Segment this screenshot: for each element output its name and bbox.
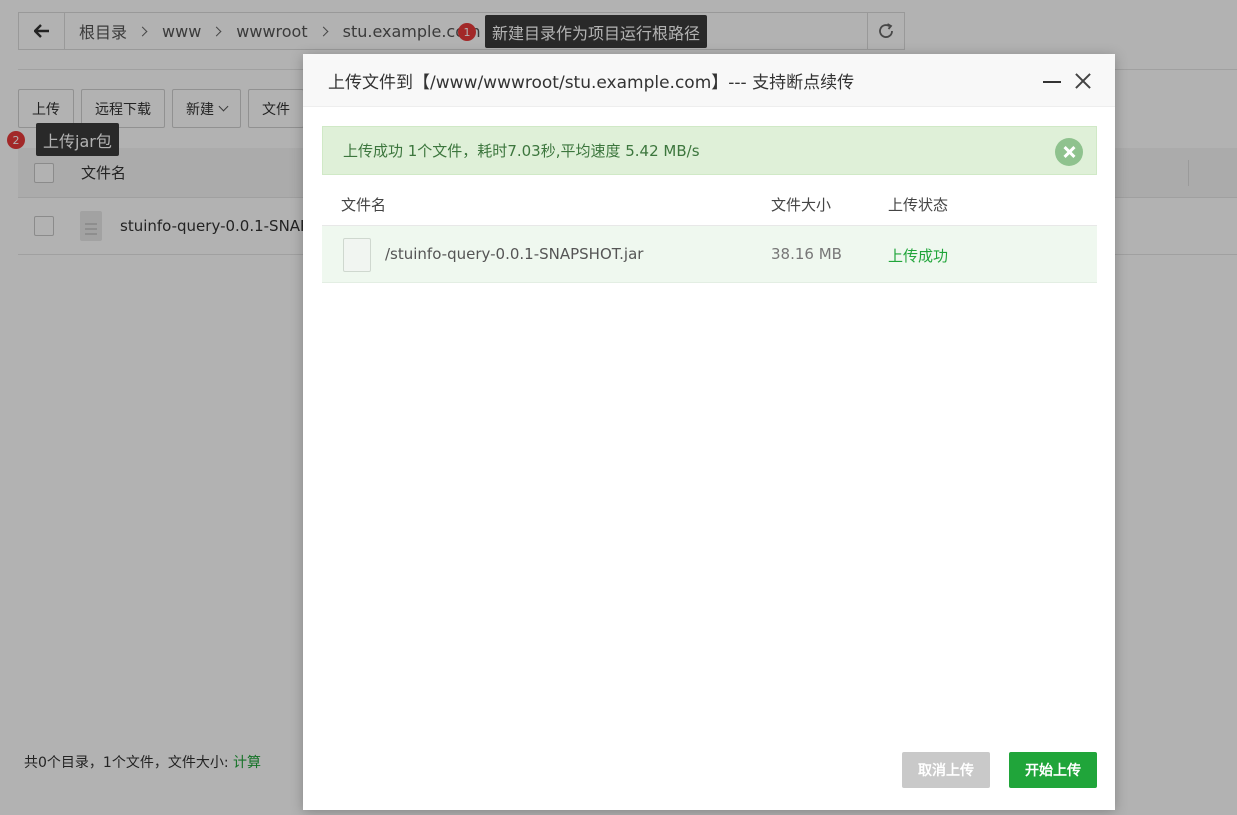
close-icon (1063, 146, 1075, 158)
upload-dialog: 上传文件到【/www/wwwroot/stu.example.com】--- 支… (303, 54, 1115, 810)
close-icon[interactable] (1073, 71, 1093, 91)
minimize-icon[interactable] (1043, 81, 1061, 83)
column-header-filesize: 文件大小 (771, 196, 832, 214)
column-header-filename: 文件名 (341, 196, 387, 214)
start-upload-button[interactable]: 开始上传 (1009, 752, 1097, 788)
upload-file-name: /stuinfo-query-0.0.1-SNAPSHOT.jar (385, 245, 644, 263)
success-message: 上传成功 1个文件，耗时7.03秒,平均速度 5.42 MB/s (343, 142, 700, 160)
upload-file-size: 38.16 MB (771, 245, 842, 263)
column-header-status: 上传状态 (888, 196, 949, 214)
list-item: /stuinfo-query-0.0.1-SNAPSHOT.jar 38.16 … (322, 226, 1097, 283)
upload-list-header: 文件名 文件大小 上传状态 (322, 176, 1097, 226)
upload-file-status: 上传成功 (888, 247, 949, 265)
banner-close-button[interactable] (1055, 138, 1083, 166)
cancel-upload-button[interactable]: 取消上传 (902, 752, 990, 788)
upload-success-banner: 上传成功 1个文件，耗时7.03秒,平均速度 5.42 MB/s (322, 126, 1097, 175)
dialog-header: 上传文件到【/www/wwwroot/stu.example.com】--- 支… (303, 54, 1115, 107)
dialog-title: 上传文件到【/www/wwwroot/stu.example.com】--- 支… (328, 72, 855, 93)
file-icon (343, 238, 371, 272)
